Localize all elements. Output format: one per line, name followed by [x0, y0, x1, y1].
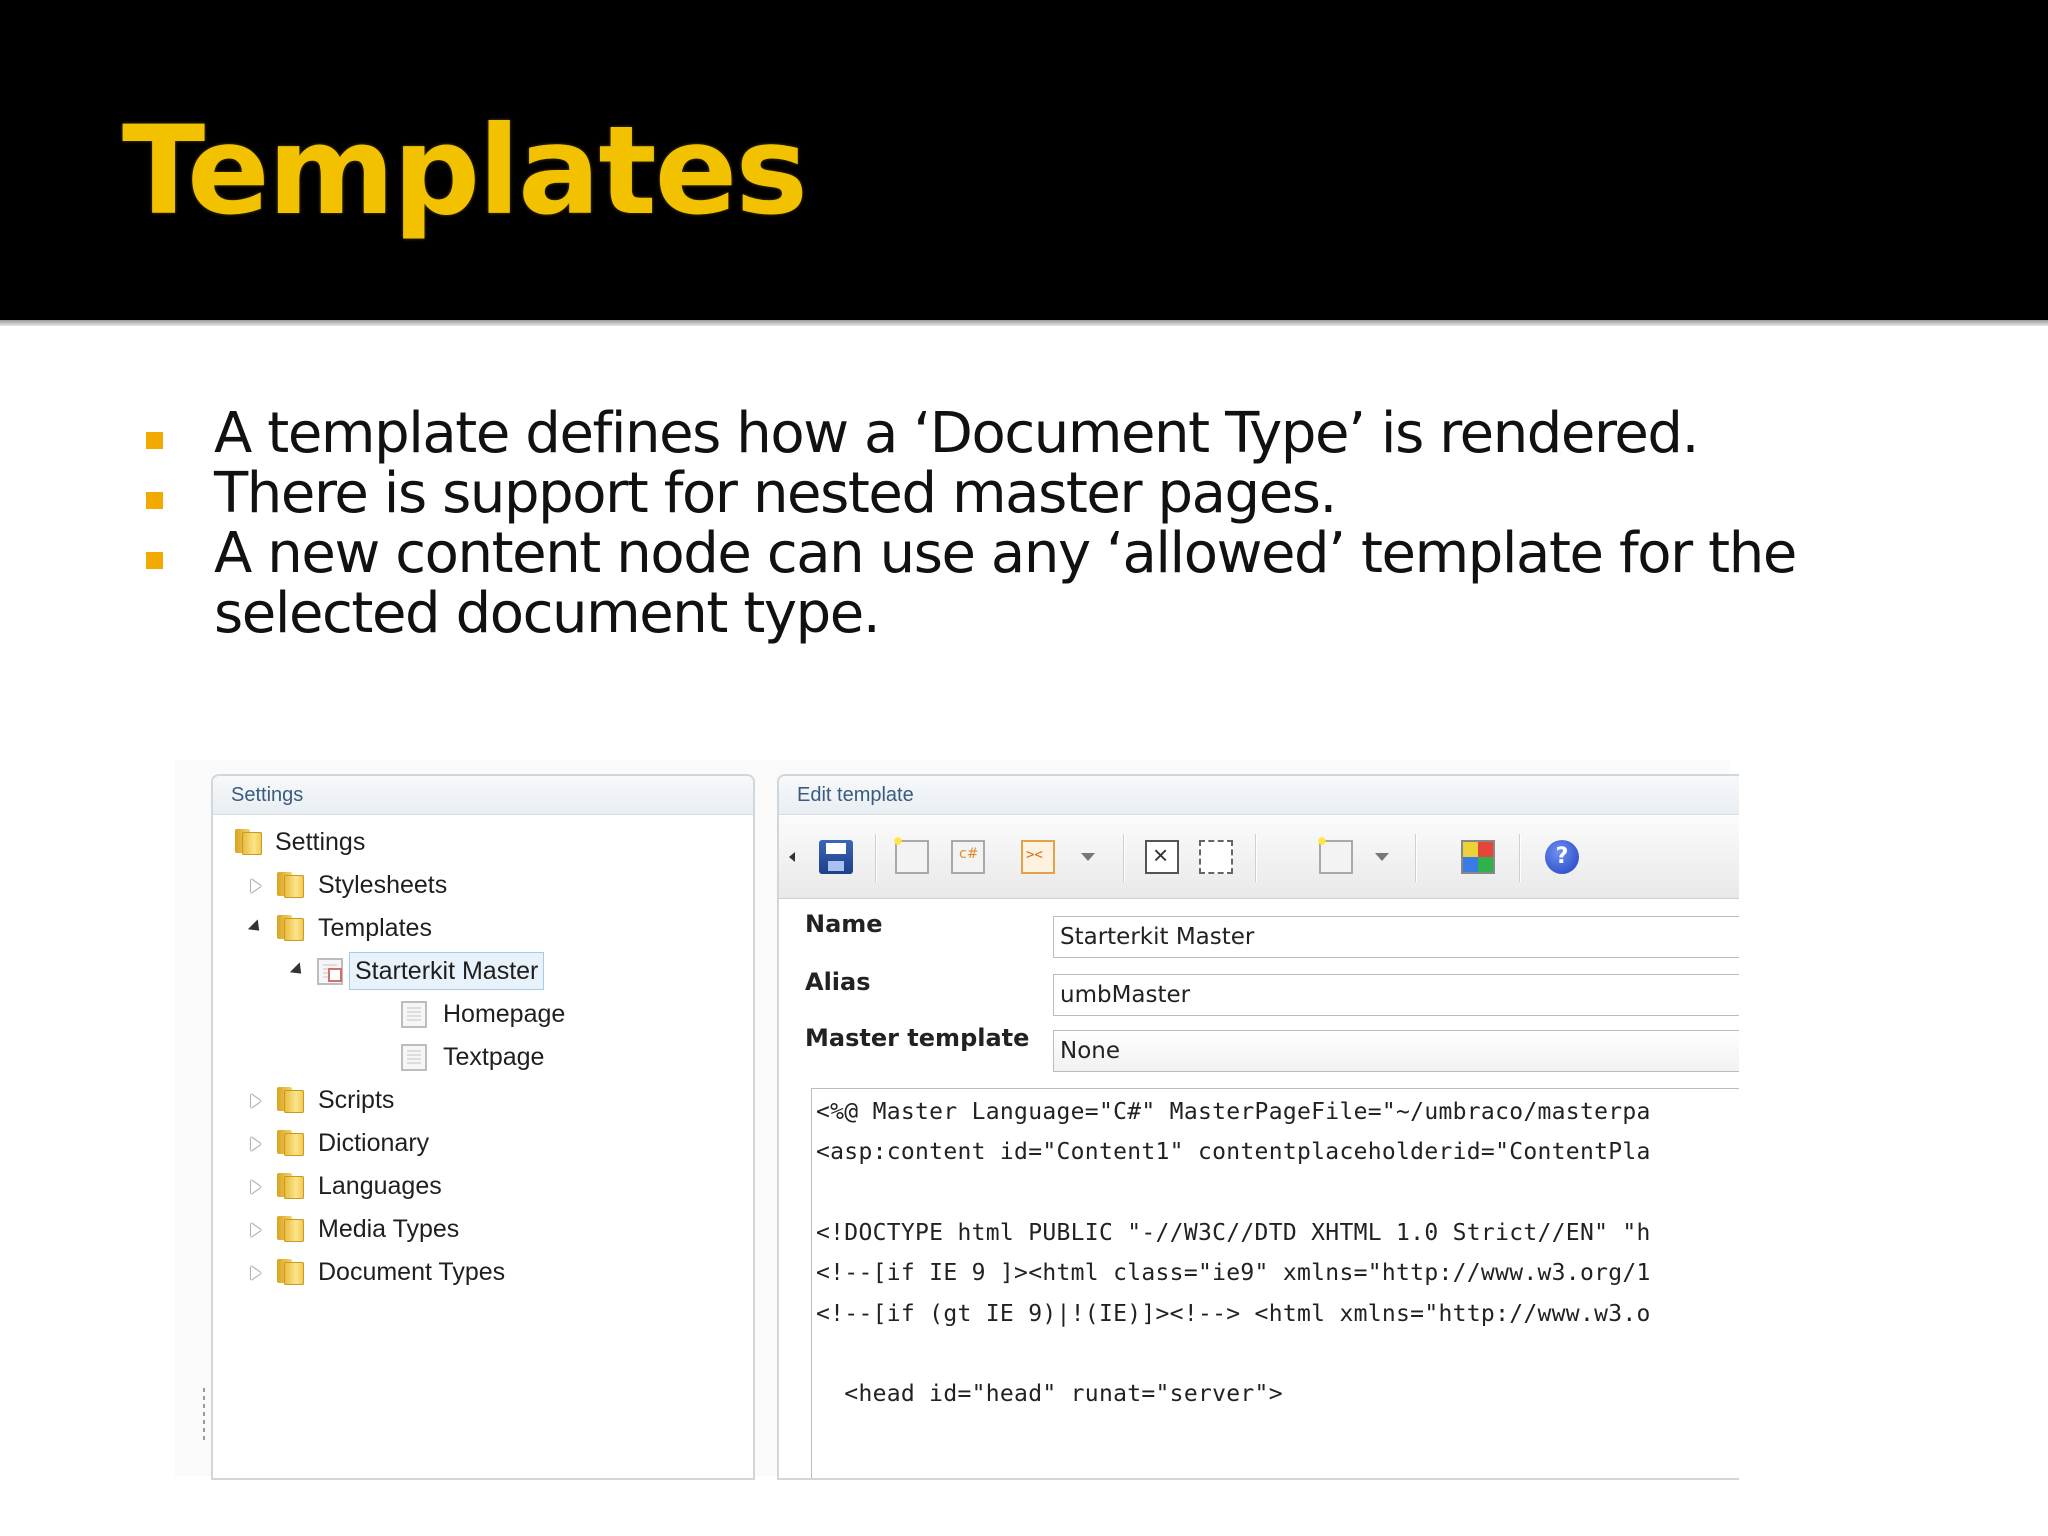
tree-item-label: Textpage [443, 1043, 545, 1071]
expand-arrow-icon[interactable] [251, 1266, 261, 1280]
template-icon [401, 1001, 427, 1028]
tree-item-label-selected: Starterkit Master [349, 952, 545, 990]
toolbar-separator [1255, 834, 1256, 882]
header-divider [0, 320, 2048, 326]
code-line: <asp:content id="Content1" contentplaceh… [816, 1139, 1651, 1165]
name-field[interactable]: Starterkit Master [1053, 916, 1739, 958]
tree-item-label: Settings [275, 828, 366, 856]
bullet-square-icon [146, 552, 163, 569]
tree-item-label: Document Types [318, 1258, 506, 1286]
tree-item-label: Stylesheets [318, 871, 448, 899]
bullet-text: There is support for nested master pages… [214, 461, 1337, 526]
slide-title: Templates [122, 100, 808, 242]
master-template-row: Master template None [797, 1024, 1739, 1072]
code-line: <%@ Master Language="C#" MasterPageFile=… [816, 1099, 1651, 1125]
expand-arrow-icon[interactable] [251, 1223, 261, 1237]
settings-panel: Settings Settings Stylesheets Templates … [211, 774, 755, 1480]
folder-icon [277, 1130, 305, 1156]
tree-item-label: Homepage [443, 1000, 566, 1028]
slide-header: Templates [0, 0, 2048, 320]
expand-arrow-icon[interactable] [251, 1137, 261, 1151]
save-icon[interactable] [819, 840, 853, 874]
name-label: Name [805, 910, 883, 938]
content-dropdown-icon[interactable] [1375, 853, 1389, 861]
colors-icon[interactable] [1461, 840, 1495, 874]
insert-macro-icon[interactable] [1021, 840, 1055, 874]
tree-item-label: Dictionary [318, 1129, 430, 1157]
splitter-grip[interactable] [203, 1388, 205, 1443]
tree-item-label: Media Types [318, 1215, 460, 1243]
toolbar-separator [1415, 834, 1416, 882]
folder-icon [277, 1216, 305, 1242]
folder-icon [235, 829, 263, 855]
placeholder-icon[interactable] [1199, 840, 1233, 874]
folder-icon [277, 915, 305, 941]
expand-arrow-icon[interactable] [251, 1094, 261, 1108]
code-line: <!--[if IE 9 ]><html class="ie9" xmlns="… [816, 1260, 1651, 1286]
editor-toolbar: ? [779, 816, 1739, 899]
bullet-list: A template defines how a ‘Document Type’… [140, 404, 1940, 644]
code-line: <!--[if (gt IE 9)|!(IE)]><!--> <html xml… [816, 1301, 1651, 1327]
tree-item-label: Scripts [318, 1086, 395, 1114]
collapse-arrow-icon[interactable] [247, 919, 265, 936]
folder-icon [277, 1259, 305, 1285]
code-line: <!DOCTYPE html PUBLIC "-//W3C//DTD XHTML… [816, 1220, 1651, 1246]
folder-icon [277, 1173, 305, 1199]
bullet-text: A template defines how a ‘Document Type’… [214, 401, 1699, 466]
bullet-text: A new content node can use any ‘allowed’… [214, 521, 1797, 646]
master-template-icon [317, 958, 343, 985]
name-row: Name Starterkit Master [797, 910, 1739, 958]
edit-template-panel: Edit template ? Name Starterkit Master [777, 774, 1739, 1480]
tree-item-label: Templates [318, 914, 432, 942]
folder-icon [277, 872, 305, 898]
edit-panel-header: Edit template [779, 776, 1739, 815]
umbraco-screenshot: Settings Settings Stylesheets Templates … [175, 760, 1739, 1480]
bullet-item: There is support for nested master pages… [140, 464, 1940, 524]
alias-label: Alias [805, 968, 871, 996]
tree-item-label: Languages [318, 1172, 442, 1200]
delete-placeholder-icon[interactable] [1145, 840, 1179, 874]
help-icon[interactable]: ? [1545, 840, 1579, 874]
settings-panel-header: Settings [213, 776, 753, 815]
bullet-item: A template defines how a ‘Document Type’… [140, 404, 1940, 464]
toolbar-separator [1519, 834, 1520, 882]
toolbar-separator [1123, 834, 1124, 882]
insert-dropdown-icon[interactable] [1081, 853, 1095, 861]
master-template-label: Master template [805, 1024, 1030, 1052]
template-code-editor[interactable]: <%@ Master Language="C#" MasterPageFile=… [811, 1088, 1739, 1478]
master-template-select[interactable]: None [1053, 1030, 1739, 1072]
code-line: <head id="head" runat="server"> [816, 1381, 1283, 1407]
alias-field[interactable]: umbMaster [1053, 974, 1739, 1016]
insert-content-icon[interactable] [1315, 834, 1353, 874]
bullet-square-icon [146, 492, 163, 509]
insert-field-icon[interactable] [891, 834, 929, 874]
insert-csharp-icon[interactable] [951, 840, 985, 874]
expand-arrow-icon[interactable] [251, 1180, 261, 1194]
expand-arrow-icon[interactable] [251, 879, 261, 893]
alias-row: Alias umbMaster [797, 968, 1739, 1016]
folder-icon [277, 1087, 305, 1113]
bullet-square-icon [146, 432, 163, 449]
template-icon [401, 1044, 427, 1071]
bullet-item: A new content node can use any ‘allowed’… [140, 524, 1940, 644]
toolbar-scroll-left-icon[interactable] [789, 852, 795, 862]
collapse-arrow-icon[interactable] [289, 962, 307, 979]
toolbar-separator [875, 834, 876, 882]
